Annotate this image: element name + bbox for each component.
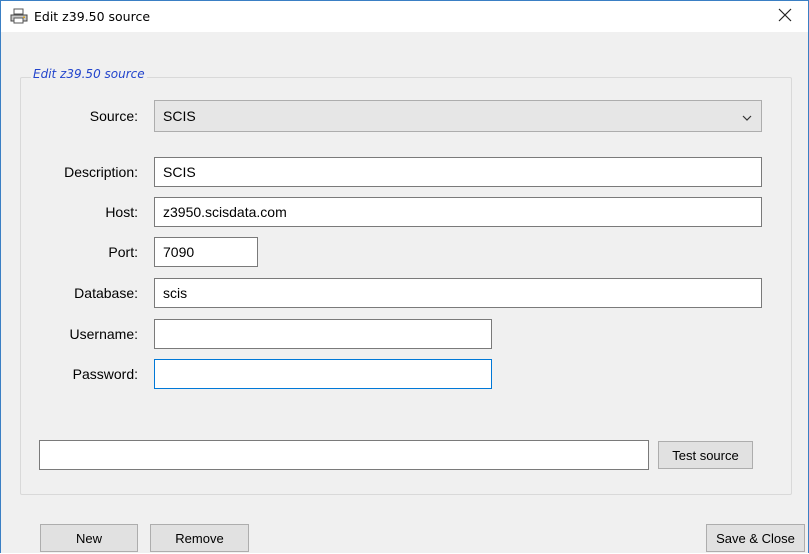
database-label: Database:	[74, 285, 138, 301]
title-bar: Edit z39.50 source	[1, 1, 808, 32]
host-label: Host:	[105, 204, 138, 220]
dialog-window: Edit z39.50 source Edit z39.50 source So…	[0, 0, 809, 553]
description-field[interactable]	[154, 157, 762, 187]
source-label: Source:	[89, 108, 138, 124]
password-field[interactable]	[154, 359, 492, 389]
username-field[interactable]	[154, 319, 492, 349]
description-label: Description:	[64, 164, 138, 180]
test-status-field	[39, 440, 649, 470]
chevron-down-icon	[741, 111, 753, 123]
remove-button-label: Remove	[175, 530, 224, 546]
host-field[interactable]	[154, 197, 762, 227]
new-button[interactable]: New	[40, 524, 138, 552]
port-label: Port:	[108, 244, 138, 260]
password-label: Password:	[72, 366, 138, 382]
test-source-button[interactable]: Test source	[658, 441, 753, 469]
database-field[interactable]	[154, 278, 762, 308]
save-close-button[interactable]: Save & Close	[706, 524, 805, 552]
source-select-value: SCIS	[163, 108, 196, 124]
save-close-button-label: Save & Close	[716, 530, 795, 546]
port-field[interactable]	[154, 237, 258, 267]
close-icon	[778, 8, 792, 25]
printer-icon	[10, 8, 28, 24]
new-button-label: New	[75, 530, 102, 546]
source-select[interactable]: SCIS	[154, 100, 762, 132]
test-source-button-label: Test source	[672, 447, 739, 463]
window-title: Edit z39.50 source	[34, 9, 151, 24]
remove-button[interactable]: Remove	[150, 524, 249, 552]
group-legend: Edit z39.50 source	[31, 67, 147, 81]
username-label: Username:	[69, 326, 138, 342]
close-button[interactable]	[762, 1, 808, 32]
